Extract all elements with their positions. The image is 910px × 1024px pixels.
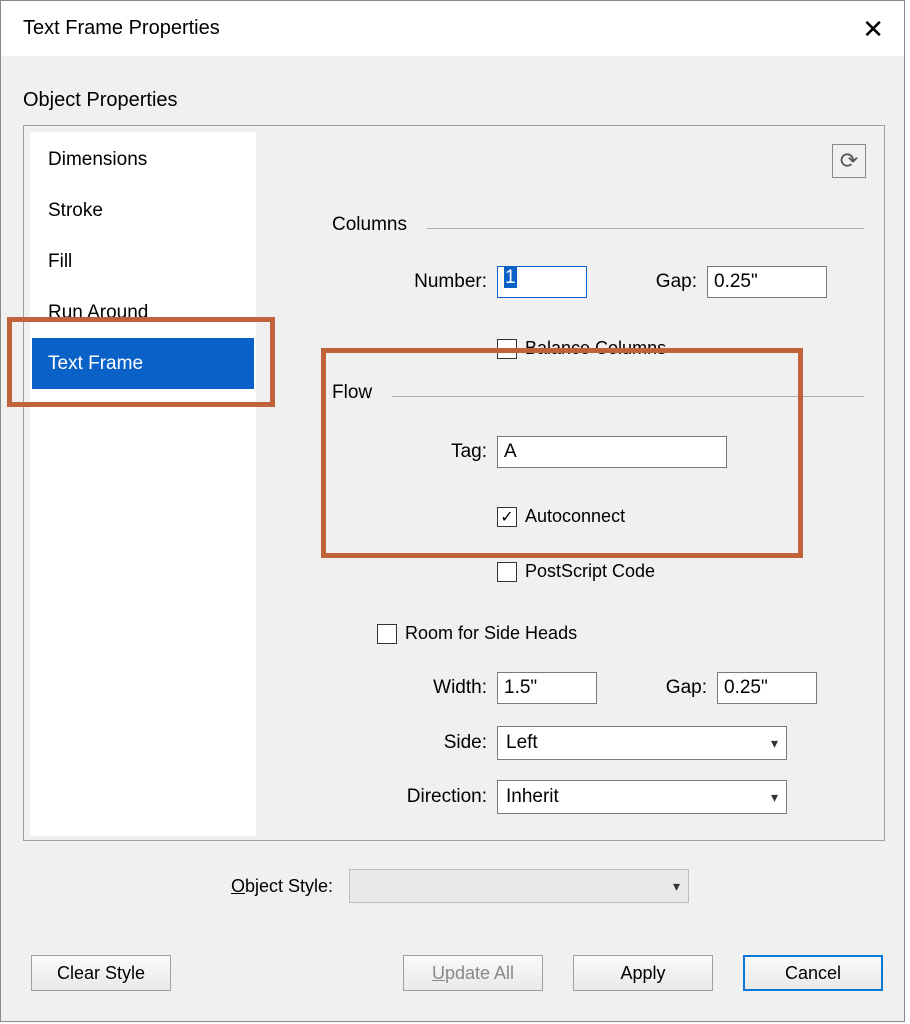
tag-label: Tag: bbox=[427, 441, 487, 463]
dialog-title: Text Frame Properties bbox=[23, 17, 220, 40]
postscript-checkbox[interactable] bbox=[497, 562, 517, 582]
columns-group-label: Columns bbox=[332, 214, 407, 236]
tab-fill[interactable]: Fill bbox=[32, 236, 254, 287]
sideheads-gap-input[interactable] bbox=[717, 672, 817, 704]
chevron-down-icon: ▾ bbox=[771, 789, 778, 806]
sideheads-gap-label: Gap: bbox=[627, 677, 707, 699]
autoconnect-checkbox[interactable]: ✓ bbox=[497, 507, 517, 527]
tab-run-around[interactable]: Run Around bbox=[32, 287, 254, 338]
clear-style-button[interactable]: Clear Style bbox=[31, 955, 171, 991]
side-value: Left bbox=[506, 732, 538, 754]
row-autoconnect[interactable]: ✓ Autoconnect bbox=[497, 506, 625, 527]
tag-input[interactable] bbox=[497, 436, 727, 468]
row-sideheads-width: Width: Gap: bbox=[417, 672, 817, 704]
number-label: Number: bbox=[392, 271, 487, 293]
row-flow-tag: Tag: bbox=[427, 436, 727, 468]
refresh-icon[interactable]: ⟳ bbox=[832, 144, 866, 178]
balance-columns-checkbox[interactable] bbox=[497, 339, 517, 359]
row-sideheads[interactable]: Room for Side Heads bbox=[377, 623, 577, 644]
properties-panel: Dimensions Stroke Fill Run Around Text F… bbox=[23, 125, 885, 841]
sideheads-width-label: Width: bbox=[417, 677, 487, 699]
group-columns: Columns bbox=[332, 228, 864, 229]
direction-label: Direction: bbox=[390, 786, 487, 808]
dialog-text-frame-properties: Text Frame Properties ✕ Object Propertie… bbox=[0, 0, 905, 1022]
tab-dimensions[interactable]: Dimensions bbox=[32, 134, 254, 185]
autoconnect-label: Autoconnect bbox=[525, 506, 625, 527]
group-flow: Flow bbox=[332, 396, 864, 397]
row-postscript[interactable]: PostScript Code bbox=[497, 561, 655, 582]
chevron-down-icon: ▾ bbox=[673, 878, 680, 895]
object-style-dropdown[interactable]: ▾ bbox=[349, 869, 689, 903]
sideheads-width-input[interactable] bbox=[497, 672, 597, 704]
object-style-label: Object Style: bbox=[231, 876, 333, 897]
direction-value: Inherit bbox=[506, 786, 559, 808]
balance-columns-label: Balance Columns bbox=[525, 338, 666, 359]
postscript-label: PostScript Code bbox=[525, 561, 655, 582]
row-sideheads-direction: Direction: Inherit ▾ bbox=[390, 780, 787, 814]
side-label: Side: bbox=[427, 732, 487, 754]
close-icon[interactable]: ✕ bbox=[862, 16, 884, 42]
columns-gap-input[interactable] bbox=[707, 266, 827, 298]
sidebar-tabs: Dimensions Stroke Fill Run Around Text F… bbox=[30, 132, 256, 836]
apply-button[interactable]: Apply bbox=[573, 955, 713, 991]
columns-gap-label: Gap: bbox=[617, 271, 697, 293]
row-object-style: Object Style: ▾ bbox=[231, 869, 689, 903]
direction-dropdown[interactable]: Inherit ▾ bbox=[497, 780, 787, 814]
object-properties-label: Object Properties bbox=[23, 89, 178, 112]
side-dropdown[interactable]: Left ▾ bbox=[497, 726, 787, 760]
update-all-button[interactable]: Update All bbox=[403, 955, 543, 991]
row-sideheads-side: Side: Left ▾ bbox=[427, 726, 787, 760]
chevron-down-icon: ▾ bbox=[771, 735, 778, 752]
row-columns-number: Number: 1 Gap: bbox=[392, 266, 827, 298]
sideheads-label: Room for Side Heads bbox=[405, 623, 577, 644]
row-balance-columns[interactable]: Balance Columns bbox=[497, 338, 666, 359]
content-area: ⟳ Columns Number: 1 Gap: Balance Columns… bbox=[272, 136, 874, 830]
cancel-button[interactable]: Cancel bbox=[743, 955, 883, 991]
titlebar: Text Frame Properties ✕ bbox=[1, 1, 904, 56]
flow-group-label: Flow bbox=[332, 382, 372, 404]
number-input[interactable]: 1 bbox=[497, 266, 587, 298]
tab-stroke[interactable]: Stroke bbox=[32, 185, 254, 236]
tab-text-frame[interactable]: Text Frame bbox=[32, 338, 254, 389]
sideheads-checkbox[interactable] bbox=[377, 624, 397, 644]
